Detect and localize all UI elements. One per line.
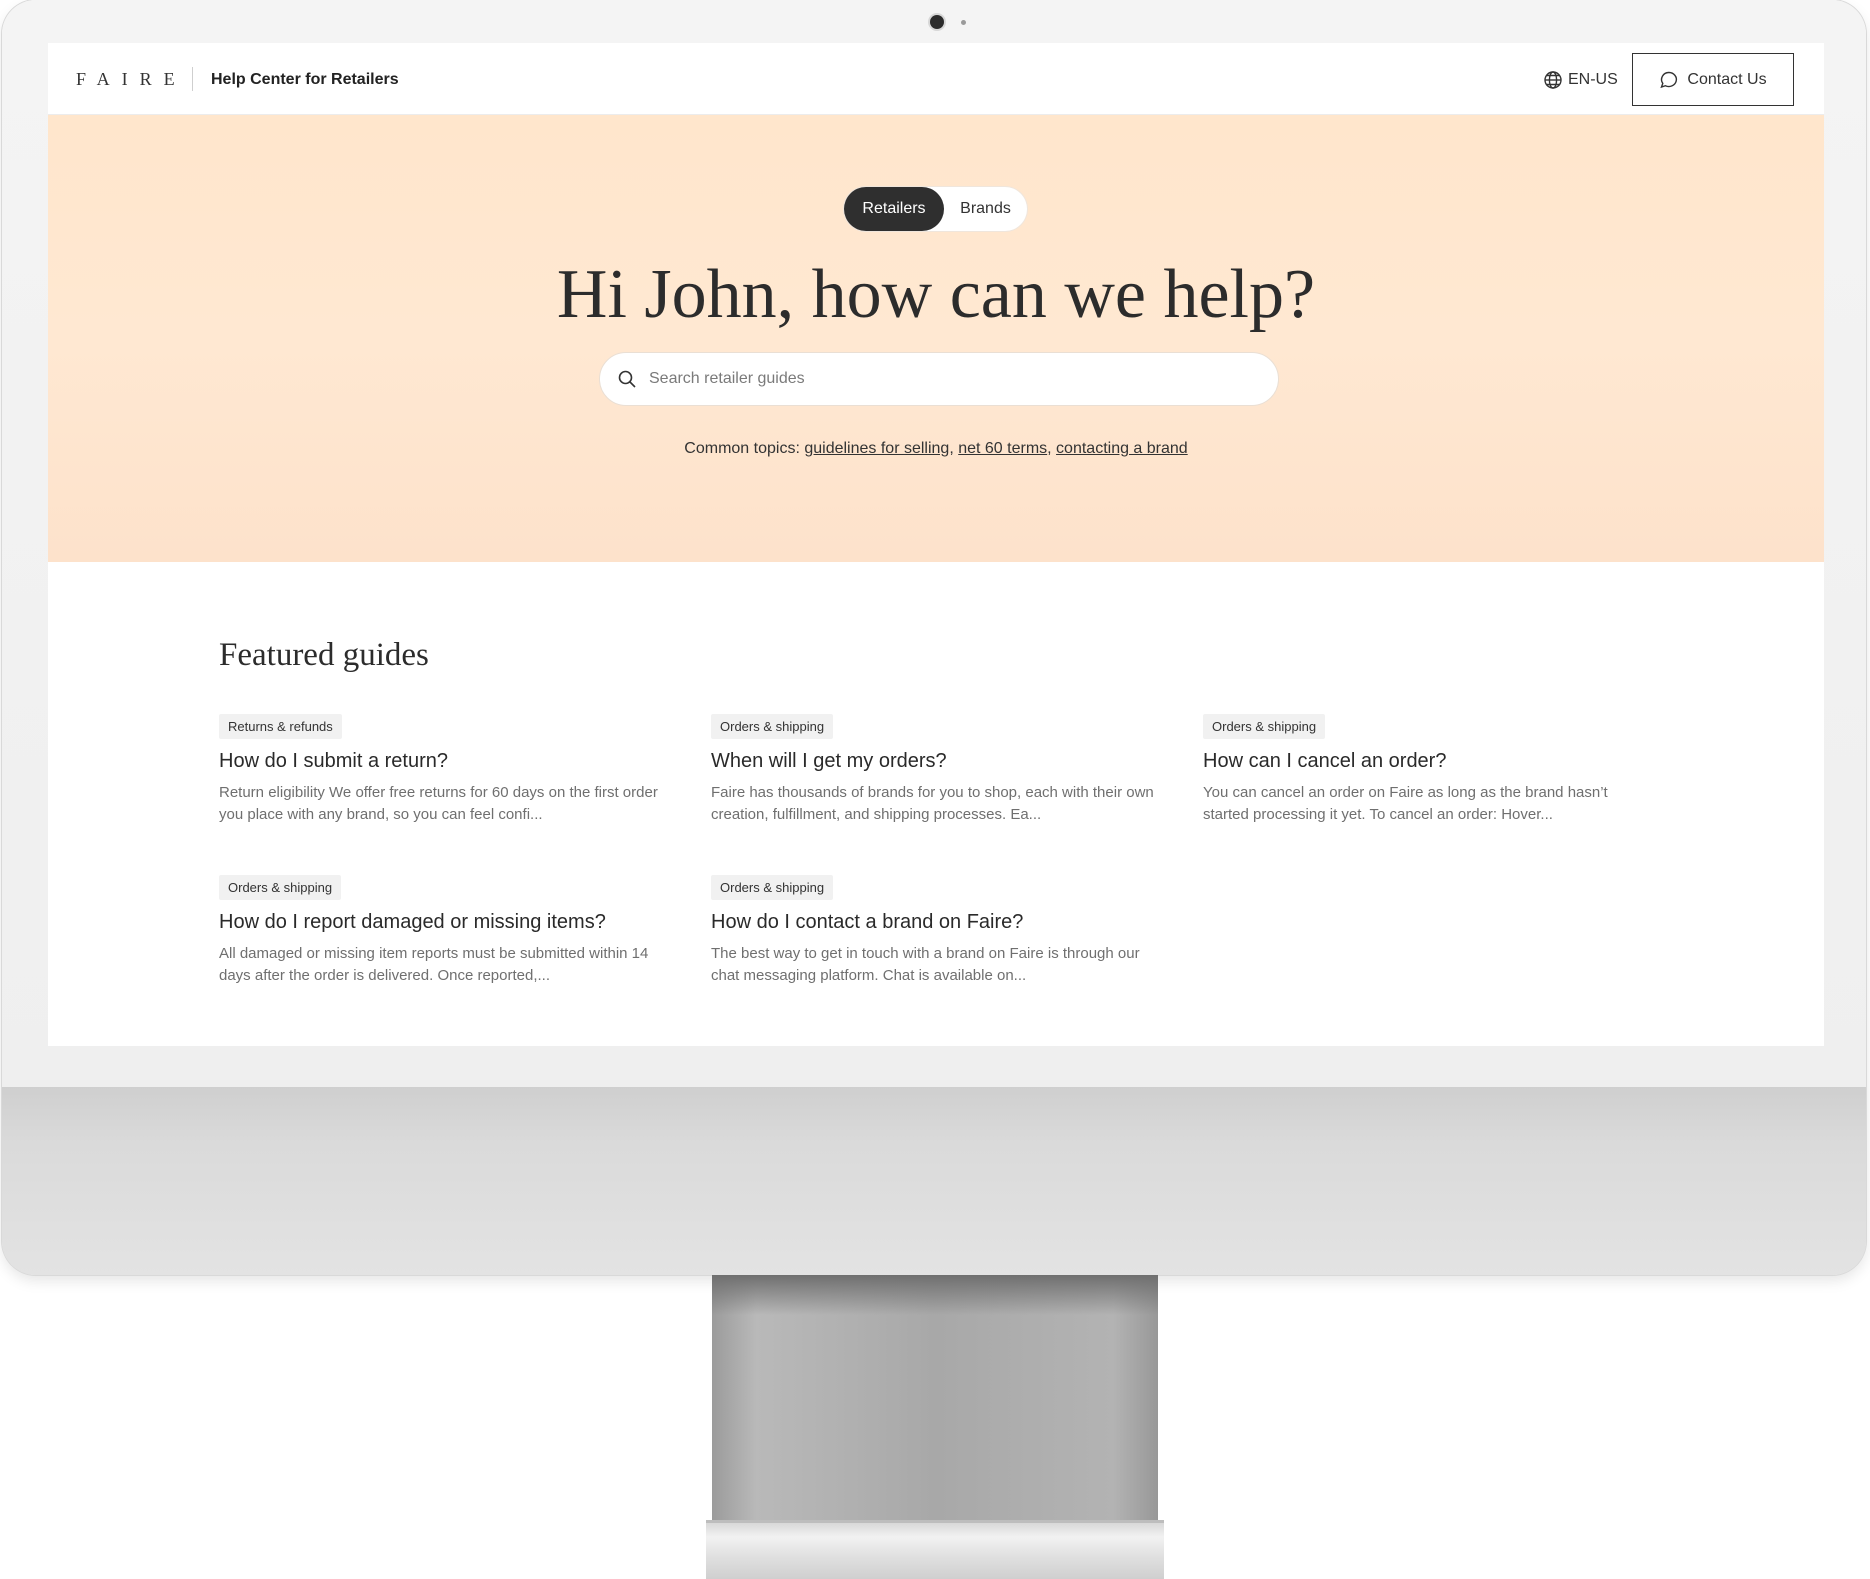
globe-icon	[1544, 71, 1562, 89]
topic-link-contacting[interactable]: contacting a brand	[1056, 440, 1188, 457]
audience-toggle: Retailers Brands	[844, 187, 1027, 231]
guide-title[interactable]: How do I contact a brand on Faire?	[711, 911, 1161, 934]
guide-title[interactable]: How can I cancel an order?	[1203, 750, 1653, 773]
monitor-frame: FAIRE Help Center for Retailers EN-US Co…	[2, 0, 1866, 1275]
guide-tag[interactable]: Orders & shipping	[1203, 714, 1326, 739]
topic-link-guidelines[interactable]: guidelines for selling	[804, 440, 949, 457]
guide-description: You can cancel an order on Faire as long…	[1203, 784, 1608, 823]
guide-description: Faire has thousands of brands for you to…	[711, 784, 1154, 823]
search-input[interactable]	[647, 369, 1251, 389]
greeting-heading: Hi John, how can we help?	[556, 256, 1316, 333]
contact-us-button[interactable]: Contact Us	[1632, 53, 1794, 106]
common-topics-label: Common topics:	[684, 440, 800, 457]
guide-description: The best way to get in touch with a bran…	[711, 945, 1140, 984]
tab-retailers[interactable]: Retailers	[844, 187, 944, 231]
monitor-stand-base	[706, 1520, 1164, 1579]
language-selector[interactable]: EN-US	[1543, 69, 1618, 91]
common-topics: Common topics: guidelines for selling, n…	[684, 440, 1188, 457]
guide-card[interactable]: Orders & shipping When will I get my ord…	[711, 714, 1161, 826]
stand-shadow	[712, 1275, 1158, 1315]
help-center-title[interactable]: Help Center for Retailers	[211, 71, 399, 89]
camera-sensor-icon	[961, 20, 966, 25]
guide-description: All damaged or missing item reports must…	[219, 945, 649, 984]
guide-tag[interactable]: Orders & shipping	[711, 875, 834, 900]
top-bar: FAIRE Help Center for Retailers EN-US Co…	[48, 43, 1824, 115]
faire-logo[interactable]: FAIRE	[76, 69, 187, 90]
monitor-chin	[2, 1087, 1866, 1275]
guide-description: Return eligibility We offer free returns…	[219, 784, 658, 823]
guide-card[interactable]: Orders & shipping How do I report damage…	[219, 875, 669, 987]
guide-tag[interactable]: Orders & shipping	[219, 875, 342, 900]
guide-title[interactable]: How do I report damaged or missing items…	[219, 911, 669, 934]
guide-card[interactable]: Orders & shipping How do I contact a bra…	[711, 875, 1161, 987]
search-icon	[618, 370, 636, 388]
camera-icon	[930, 15, 944, 29]
search-bar[interactable]	[599, 352, 1279, 406]
contact-us-label: Contact Us	[1687, 70, 1767, 88]
guide-title[interactable]: When will I get my orders?	[711, 750, 1161, 773]
chat-bubble-icon	[1660, 71, 1678, 88]
screen: FAIRE Help Center for Retailers EN-US Co…	[48, 43, 1824, 1046]
guide-tag[interactable]: Orders & shipping	[711, 714, 834, 739]
topic-link-net60[interactable]: net 60 terms	[958, 440, 1047, 457]
guide-tag[interactable]: Returns & refunds	[219, 714, 342, 739]
guide-card[interactable]: Returns & refunds How do I submit a retu…	[219, 714, 669, 826]
logo-divider	[192, 67, 193, 91]
tab-brands[interactable]: Brands	[944, 187, 1027, 231]
guide-title[interactable]: How do I submit a return?	[219, 750, 669, 773]
language-label: EN-US	[1568, 71, 1618, 88]
guide-card[interactable]: Orders & shipping How can I cancel an or…	[1203, 714, 1653, 826]
featured-guides-heading: Featured guides	[219, 637, 429, 673]
hero-banner: Retailers Brands Hi John, how can we hel…	[48, 115, 1824, 562]
